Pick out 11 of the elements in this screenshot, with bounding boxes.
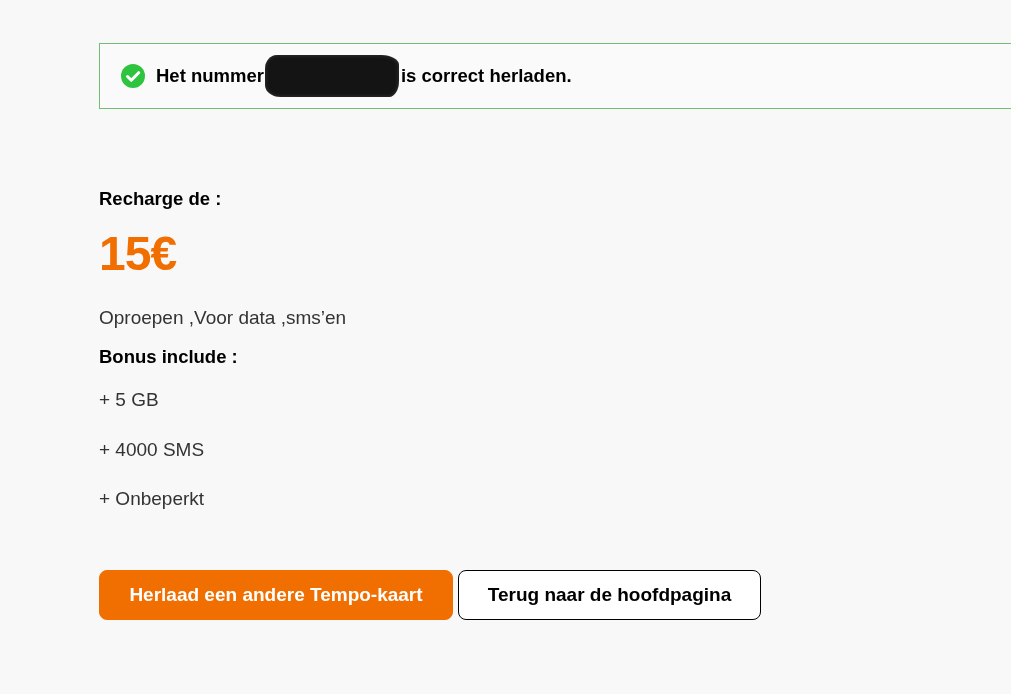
bonus-item: + 4000 SMS [99,437,205,462]
recharge-label: Recharge de : [99,187,222,211]
bonus-item: + Onbeperkt [99,487,205,511]
recharge-description: Oproepen ,Voor data ,sms’en [99,306,347,330]
bonus-item: + 5 GB [99,388,159,412]
bonus-title: Bonus include : [99,345,238,369]
back-home-button[interactable]: Terug naar de hoofdpagina [458,570,761,620]
recharge-amount: 15€ [99,226,177,282]
notice-text: Het nummer [156,64,264,88]
check-circle-icon [121,64,145,88]
notice-text: is correct herladen. [400,64,572,88]
